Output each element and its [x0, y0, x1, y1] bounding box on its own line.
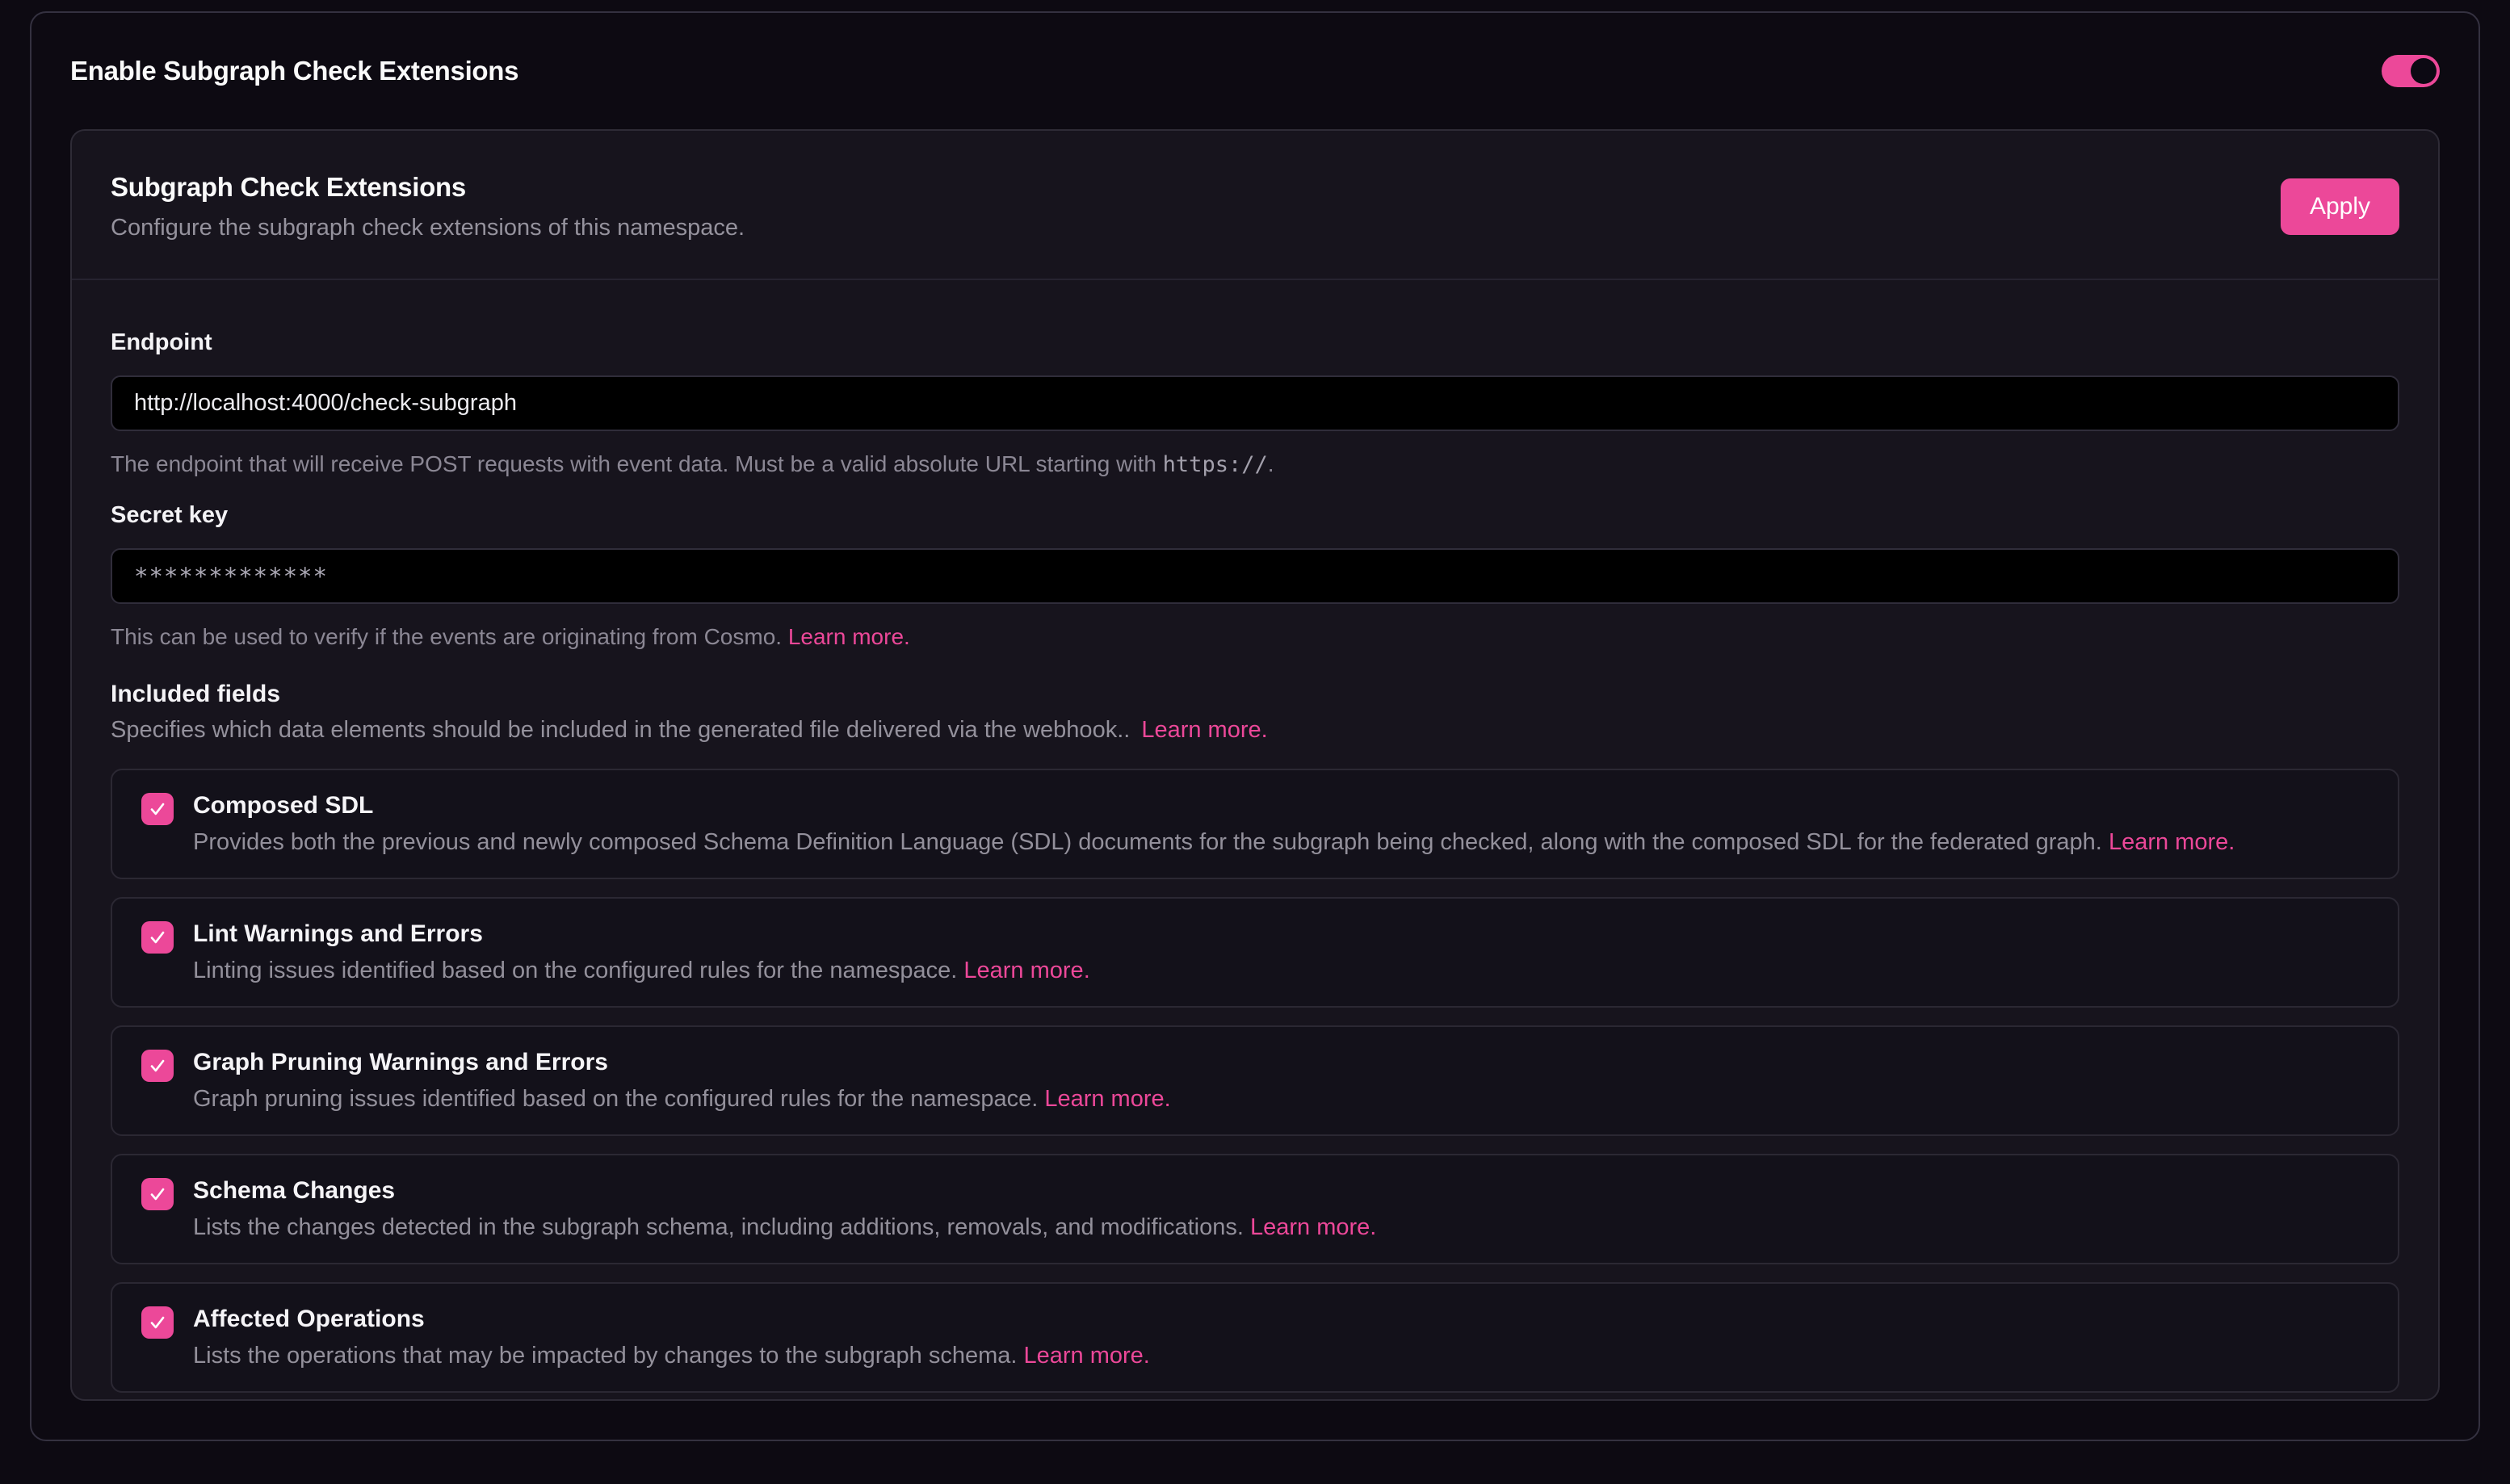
field-item-text: Graph Pruning Warnings and Errors Graph … [193, 1048, 1171, 1113]
composed-sdl-learn-more-link[interactable]: Learn more. [2109, 829, 2235, 855]
checkmark-icon [147, 799, 168, 820]
card-description: Configure the subgraph check extensions … [111, 214, 745, 241]
card-body: Endpoint The endpoint that will receive … [72, 280, 2438, 1393]
field-item-title: Composed SDL [193, 791, 2235, 820]
endpoint-help: The endpoint that will receive POST requ… [111, 451, 2399, 479]
affected-operations-checkbox[interactable] [141, 1306, 174, 1339]
included-fields-learn-more-link[interactable]: Learn more. [1141, 717, 1267, 743]
checkmark-icon [147, 1312, 168, 1333]
field-item-description: Lists the operations that may be impacte… [193, 1342, 1150, 1369]
field-item-description: Linting issues identified based on the c… [193, 957, 1090, 984]
field-item-title: Graph Pruning Warnings and Errors [193, 1048, 1171, 1077]
enable-extensions-label: Enable Subgraph Check Extensions [70, 56, 518, 86]
field-item-description: Graph pruning issues identified based on… [193, 1085, 1171, 1113]
field-item-schema-changes: Schema Changes Lists the changes detecte… [111, 1154, 2399, 1264]
enable-extensions-toggle[interactable] [2382, 55, 2440, 87]
endpoint-help-text: The endpoint that will receive POST requ… [111, 451, 1163, 476]
field-item-desc-text: Lists the operations that may be impacte… [193, 1343, 1024, 1369]
lint-warnings-checkbox[interactable] [141, 921, 174, 954]
card-title: Subgraph Check Extensions [111, 171, 745, 203]
included-fields-desc-text: Specifies which data elements should be … [111, 717, 1130, 743]
graph-pruning-checkbox[interactable] [141, 1050, 174, 1082]
subgraph-check-extensions-card: Subgraph Check Extensions Configure the … [70, 129, 2440, 1401]
secret-learn-more-link[interactable]: Learn more. [788, 624, 910, 649]
field-item-desc-text: Linting issues identified based on the c… [193, 958, 963, 983]
included-fields-description: Specifies which data elements should be … [111, 715, 2399, 744]
field-item-affected-operations: Affected Operations Lists the operations… [111, 1282, 2399, 1393]
schema-changes-checkbox[interactable] [141, 1178, 174, 1210]
included-fields-label: Included fields [111, 680, 2399, 709]
field-item-lint-warnings: Lint Warnings and Errors Linting issues … [111, 897, 2399, 1008]
field-item-description: Lists the changes detected in the subgra… [193, 1214, 1376, 1241]
composed-sdl-checkbox[interactable] [141, 793, 174, 825]
endpoint-label: Endpoint [111, 329, 2399, 356]
apply-button[interactable]: Apply [2281, 178, 2399, 235]
field-item-title: Lint Warnings and Errors [193, 920, 1090, 949]
toggle-thumb [2411, 58, 2437, 84]
schema-changes-learn-more-link[interactable]: Learn more. [1250, 1214, 1376, 1240]
checkmark-icon [147, 1055, 168, 1076]
field-item-desc-text: Graph pruning issues identified based on… [193, 1086, 1044, 1112]
endpoint-input[interactable] [111, 375, 2399, 431]
field-item-composed-sdl: Composed SDL Provides both the previous … [111, 769, 2399, 879]
field-item-desc-text: Provides both the previous and newly com… [193, 829, 2109, 855]
field-item-title: Affected Operations [193, 1305, 1150, 1334]
secret-key-input[interactable] [111, 548, 2399, 604]
graph-pruning-learn-more-link[interactable]: Learn more. [1044, 1086, 1170, 1112]
field-item-text: Affected Operations Lists the operations… [193, 1305, 1150, 1369]
secret-key-help: This can be used to verify if the events… [111, 623, 2399, 651]
secret-key-help-text: This can be used to verify if the events… [111, 624, 788, 649]
field-item-description: Provides both the previous and newly com… [193, 828, 2235, 856]
field-item-title: Schema Changes [193, 1176, 1376, 1205]
enable-extensions-row: Enable Subgraph Check Extensions [70, 13, 2440, 129]
lint-warnings-learn-more-link[interactable]: Learn more. [963, 958, 1089, 983]
field-item-desc-text: Lists the changes detected in the subgra… [193, 1214, 1250, 1240]
field-item-text: Schema Changes Lists the changes detecte… [193, 1176, 1376, 1241]
secret-key-label: Secret key [111, 501, 2399, 529]
field-item-text: Composed SDL Provides both the previous … [193, 791, 2235, 856]
card-header: Subgraph Check Extensions Configure the … [72, 131, 2438, 280]
endpoint-help-suffix: . [1268, 451, 1274, 476]
card-header-text: Subgraph Check Extensions Configure the … [111, 171, 745, 241]
field-item-graph-pruning: Graph Pruning Warnings and Errors Graph … [111, 1025, 2399, 1136]
settings-panel: Enable Subgraph Check Extensions Subgrap… [30, 11, 2480, 1441]
endpoint-help-code: https:// [1163, 452, 1268, 477]
checkmark-icon [147, 927, 168, 948]
field-item-text: Lint Warnings and Errors Linting issues … [193, 920, 1090, 984]
checkmark-icon [147, 1184, 168, 1205]
affected-operations-learn-more-link[interactable]: Learn more. [1024, 1343, 1150, 1369]
